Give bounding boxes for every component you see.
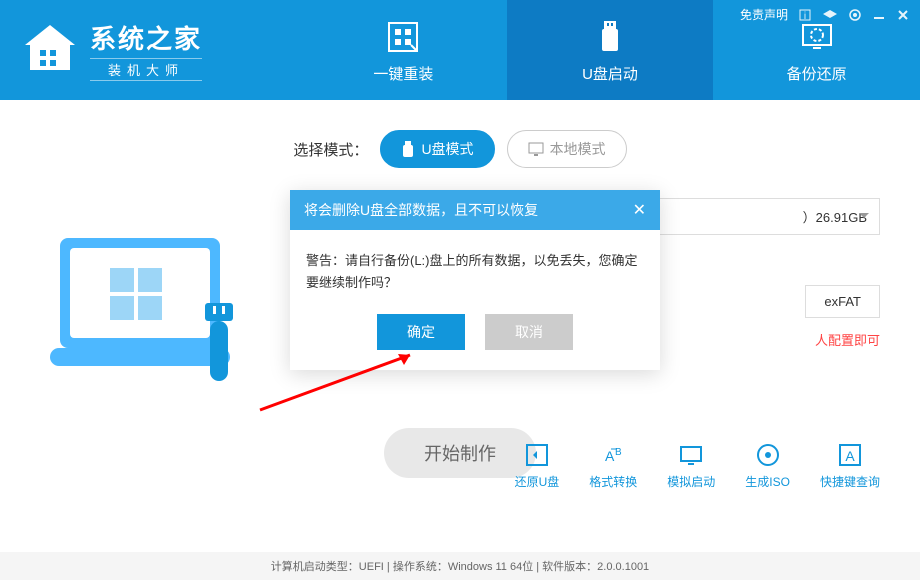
top-links: 免责声明 i	[740, 6, 910, 23]
tool-label: 格式转换	[589, 473, 637, 490]
start-button[interactable]: 开始制作	[384, 428, 536, 478]
modal-header: 将会删除U盘全部数据，且不可以恢复 ✕	[290, 190, 660, 230]
tool-label: 生成ISO	[745, 473, 790, 490]
tool-restore-usb[interactable]: 还原U盘	[515, 441, 560, 490]
tab-label: U盘启动	[582, 63, 638, 84]
app-header: 系统之家 装机大师 一键重装 U盘启动 备份还原 免责声明 i	[0, 0, 920, 100]
confirm-modal: 将会删除U盘全部数据，且不可以恢复 ✕ 警告：请自行备份(L:)盘上的所有数据，…	[290, 190, 660, 370]
logo-subtitle: 装机大师	[90, 58, 202, 81]
iso-icon	[754, 441, 782, 469]
monitor-small-icon	[528, 142, 544, 156]
svg-text:A: A	[605, 448, 615, 464]
settings-icon[interactable]	[848, 8, 862, 22]
minimize-icon[interactable]	[872, 8, 886, 22]
tool-hotkey-query[interactable]: A 快捷键查询	[820, 441, 880, 490]
logo-area: 系统之家 装机大师	[0, 19, 300, 81]
mode-btn-label: 本地模式	[550, 139, 606, 159]
local-mode-button[interactable]: 本地模式	[507, 130, 627, 168]
bottom-tools: 还原U盘 AB 格式转换 模拟启动 生成ISO A 快捷键查询	[515, 441, 880, 490]
mode-label: 选择模式：	[293, 139, 368, 160]
hotkey-icon: A	[836, 441, 864, 469]
modal-footer: 确定 取消	[290, 314, 660, 370]
tab-usb-boot[interactable]: U盘启动	[507, 0, 714, 100]
graduate-icon[interactable]	[822, 8, 838, 22]
tab-reinstall[interactable]: 一键重装	[300, 0, 507, 100]
status-text: 计算机启动类型：UEFI | 操作系统：Windows 11 64位 | 软件版…	[271, 558, 649, 574]
exfat-button[interactable]: exFAT	[805, 285, 880, 318]
info-icon[interactable]: i	[798, 8, 812, 22]
tool-label: 还原U盘	[515, 473, 560, 490]
reinstall-icon	[383, 17, 423, 57]
restore-icon	[523, 441, 551, 469]
mode-btn-label: U盘模式	[421, 139, 473, 159]
tool-label: 快捷键查询	[820, 473, 880, 490]
tab-label: 一键重装	[373, 63, 433, 84]
logo-icon	[20, 20, 80, 80]
tool-label: 模拟启动	[667, 473, 715, 490]
modal-ok-button[interactable]: 确定	[377, 314, 465, 350]
usb-small-icon	[401, 141, 415, 157]
tool-simulate-boot[interactable]: 模拟启动	[667, 441, 715, 490]
modal-body: 警告：请自行备份(L:)盘上的所有数据，以免丢失，您确定要继续制作吗？	[290, 230, 660, 314]
illustration	[40, 208, 280, 408]
tool-format-convert[interactable]: AB 格式转换	[589, 441, 637, 490]
modal-title: 将会删除U盘全部数据，且不可以恢复	[304, 200, 538, 220]
svg-text:i: i	[804, 11, 806, 22]
disk-text: ）26.91GB	[803, 210, 867, 225]
modal-cancel-button[interactable]: 取消	[485, 314, 573, 350]
usb-icon	[590, 17, 630, 57]
tool-generate-iso[interactable]: 生成ISO	[745, 441, 790, 490]
logo-title: 系统之家	[90, 19, 202, 56]
mode-row: 选择模式： U盘模式 本地模式	[40, 130, 880, 168]
close-icon[interactable]	[896, 8, 910, 22]
status-bar: 计算机启动类型：UEFI | 操作系统：Windows 11 64位 | 软件版…	[0, 552, 920, 580]
disclaimer-link[interactable]: 免责声明	[740, 6, 788, 23]
modal-close-button[interactable]: ✕	[633, 200, 646, 220]
simulate-icon	[677, 441, 705, 469]
svg-text:A: A	[845, 448, 855, 464]
convert-icon: AB	[599, 441, 627, 469]
tab-label: 备份还原	[787, 63, 847, 84]
usb-mode-button[interactable]: U盘模式	[380, 130, 494, 168]
